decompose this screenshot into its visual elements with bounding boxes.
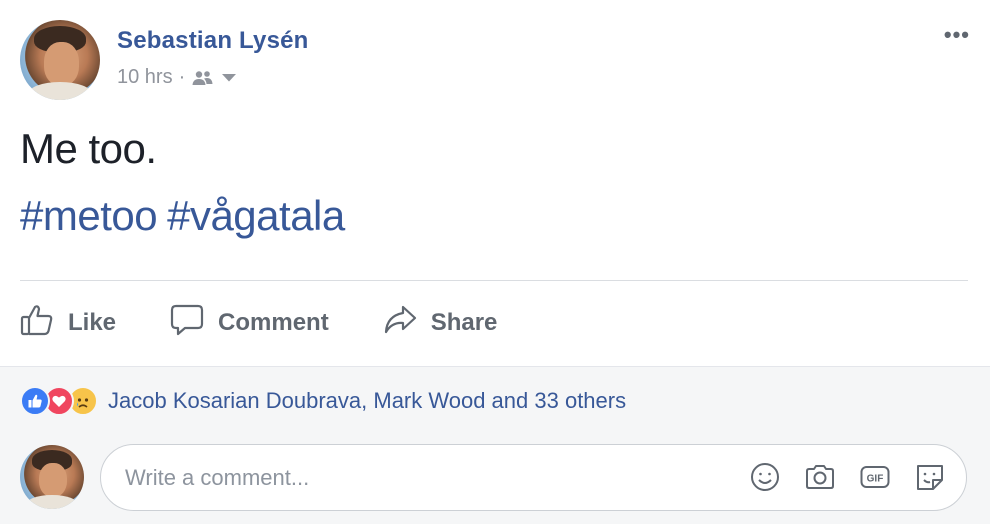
more-options-button[interactable]: ••• (944, 22, 970, 48)
like-reaction-icon (20, 386, 50, 416)
comment-button[interactable]: Comment (170, 303, 329, 344)
like-button[interactable]: Like (20, 303, 116, 344)
post-card: Sebastian Lysén 10 hrs · ••• Me too. #me… (0, 0, 990, 524)
post-text: Me too. (20, 125, 157, 172)
sticker-icon[interactable] (912, 459, 948, 495)
thumbs-up-icon (20, 303, 68, 344)
comment-box: GIF (100, 444, 967, 511)
comment-tools: GIF (728, 459, 948, 495)
share-button[interactable]: Share (383, 303, 498, 344)
commenter-avatar[interactable] (20, 445, 84, 509)
friends-icon[interactable] (191, 70, 215, 86)
emoji-icon[interactable] (747, 459, 783, 495)
post-timestamp[interactable]: 10 hrs (117, 66, 173, 89)
post-hashtags: #metoo #vågatala (20, 192, 355, 240)
action-bar: Like Comment Share (20, 300, 551, 346)
comment-input[interactable] (125, 445, 725, 510)
reactions-summary[interactable]: Jacob Kosarian Doubrava, Mark Wood and 3… (20, 386, 626, 416)
speech-bubble-icon (170, 303, 218, 344)
divider (20, 280, 968, 281)
gif-icon[interactable]: GIF (857, 459, 893, 495)
post-meta: 10 hrs · (117, 66, 237, 89)
author-avatar[interactable] (20, 20, 100, 100)
author-name[interactable]: Sebastian Lysén (117, 27, 309, 55)
chevron-down-icon[interactable] (221, 73, 237, 83)
meta-separator: · (178, 66, 186, 88)
svg-text:GIF: GIF (867, 474, 884, 485)
hashtag-link[interactable]: #metoo (20, 192, 158, 239)
comment-label: Comment (218, 309, 329, 336)
share-arrow-icon (383, 303, 431, 344)
hashtag-link[interactable]: #vågatala (167, 192, 345, 239)
share-label: Share (430, 309, 498, 336)
like-label: Like (68, 309, 117, 336)
reaction-summary-text[interactable]: Jacob Kosarian Doubrava, Mark Wood and 3… (108, 388, 626, 414)
camera-icon[interactable] (802, 459, 838, 495)
